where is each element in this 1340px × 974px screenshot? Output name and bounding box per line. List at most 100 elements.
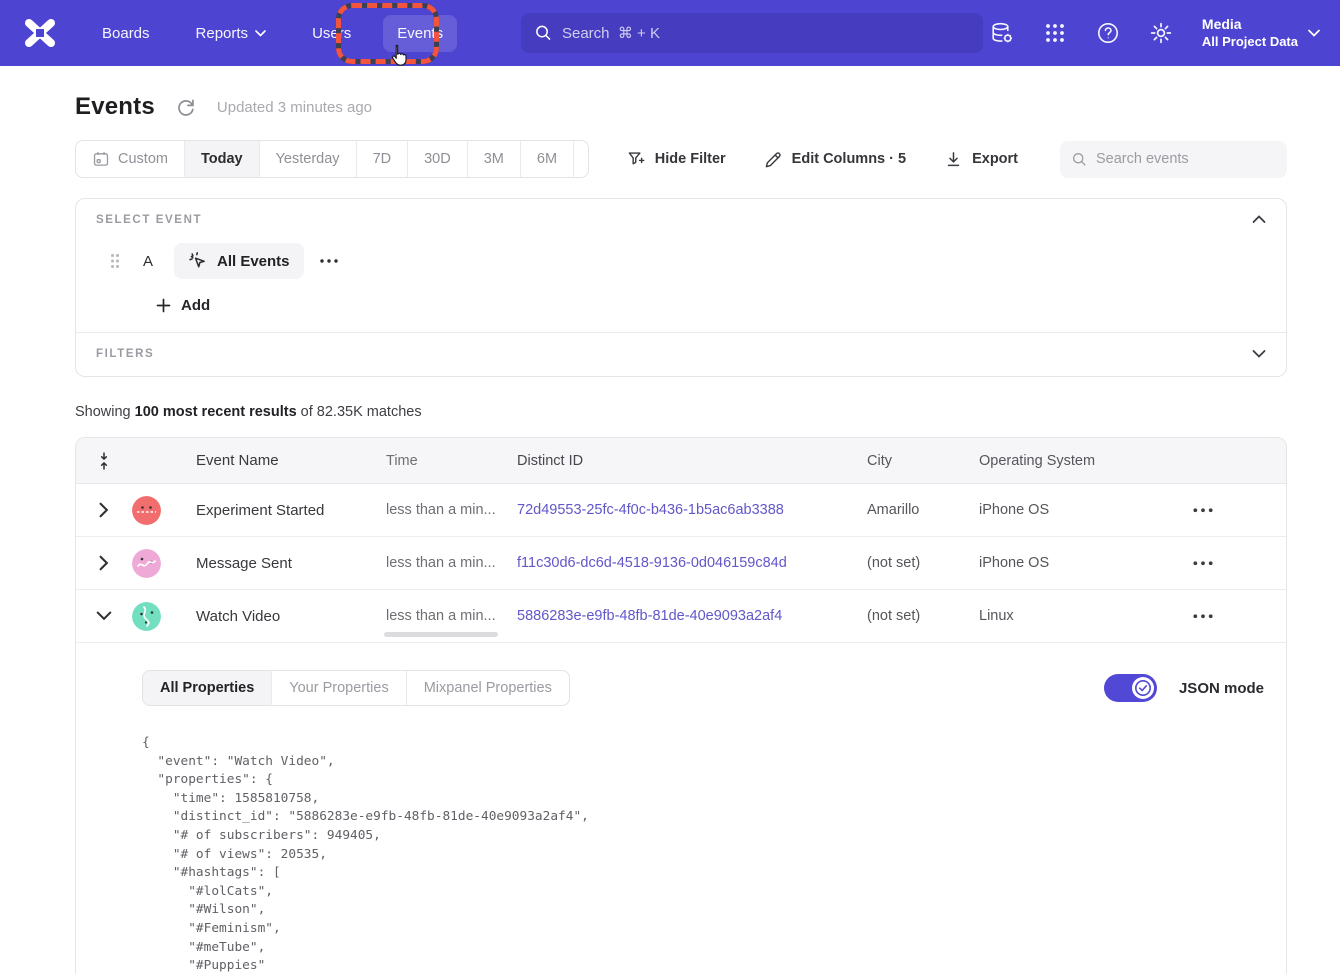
event-city: (not set) xyxy=(867,608,979,624)
help-icon[interactable] xyxy=(1096,21,1120,45)
search-icon xyxy=(535,24,552,42)
refresh-icon[interactable] xyxy=(176,97,196,117)
date-segment-30d[interactable]: 30D xyxy=(408,141,468,177)
filters-label: FILTERS xyxy=(96,348,1266,360)
column-header-city[interactable]: City xyxy=(867,453,979,469)
nav-item-boards[interactable]: Boards xyxy=(88,15,164,52)
settings-gear-icon[interactable] xyxy=(1149,21,1173,45)
table-row[interactable]: Message Sent less than a min... f11c30d6… xyxy=(76,537,1286,590)
chevron-down-icon xyxy=(255,30,266,37)
all-events-chip-label: All Events xyxy=(217,253,290,270)
nav-item-reports[interactable]: Reports xyxy=(182,15,281,52)
table-row[interactable]: Experiment Started less than a min... 72… xyxy=(76,484,1286,537)
column-header-distinct-id[interactable]: Distinct ID xyxy=(517,453,867,469)
date-segment-7d[interactable]: 7D xyxy=(357,141,409,177)
more-options-icon[interactable] xyxy=(319,258,339,264)
event-name: Experiment Started xyxy=(196,502,386,519)
export-button[interactable]: Export xyxy=(944,150,1018,169)
nav-item-events[interactable]: Events xyxy=(383,15,457,52)
date-segment-12m[interactable]: 12M xyxy=(574,141,589,177)
chevron-down-icon[interactable] xyxy=(96,608,112,624)
magic-cursor-icon xyxy=(188,251,208,271)
edit-columns-button[interactable]: Edit Columns · 5 xyxy=(764,150,906,169)
date-segment-3m[interactable]: 3M xyxy=(468,141,521,177)
drag-handle-icon[interactable] xyxy=(110,253,120,269)
chevron-down-icon[interactable] xyxy=(1252,347,1266,361)
row-more-icon[interactable] xyxy=(1192,560,1214,567)
tab-your-properties[interactable]: Your Properties xyxy=(272,671,406,705)
filters-section: FILTERS xyxy=(76,333,1286,376)
properties-tabs: All Properties Your Properties Mixpanel … xyxy=(142,670,570,706)
search-icon xyxy=(1072,151,1087,168)
events-table: Event Name Time Distinct ID City Operati… xyxy=(75,437,1287,974)
project-switcher[interactable]: Media All Project Data xyxy=(1202,15,1320,50)
date-range-control: Custom Today Yesterday 7D 30D 3M 6M 12M xyxy=(75,140,589,178)
select-event-section: SELECT EVENT A All Events xyxy=(76,199,1286,332)
main-content: Events Updated 3 minutes ago Custom Toda… xyxy=(75,93,1287,974)
horizontal-scrollbar-thumb[interactable] xyxy=(384,632,498,637)
event-json-view: { "event": "Watch Video", "properties": … xyxy=(142,734,1264,974)
primary-nav: Boards Reports Users Events xyxy=(88,15,457,52)
event-os: Linux xyxy=(979,608,1184,624)
funnel-icon xyxy=(627,150,646,169)
table-row-expanded[interactable]: Watch Video less than a min... 5886283e-… xyxy=(76,590,1286,643)
navbar-right-cluster: Media All Project Data xyxy=(990,15,1320,50)
event-city: Amarillo xyxy=(867,502,979,518)
calendar-icon xyxy=(92,150,110,168)
chevron-right-icon[interactable] xyxy=(96,555,112,571)
event-avatar xyxy=(132,549,161,578)
event-time: less than a min... xyxy=(386,502,517,518)
collapse-rows-icon[interactable] xyxy=(96,451,112,471)
chevron-right-icon[interactable] xyxy=(96,502,112,518)
date-segment-custom[interactable]: Custom xyxy=(76,141,185,177)
download-icon xyxy=(944,150,963,169)
add-event-button[interactable]: Add xyxy=(156,297,1266,314)
event-avatar xyxy=(132,496,161,525)
global-search-input[interactable] xyxy=(562,25,969,42)
nav-item-users[interactable]: Users xyxy=(298,15,365,52)
hide-filter-button[interactable]: Hide Filter xyxy=(627,150,726,169)
table-header-row: Event Name Time Distinct ID City Operati… xyxy=(76,438,1286,484)
results-summary: Showing 100 most recent results of 82.35… xyxy=(75,404,1287,420)
column-header-time[interactable]: Time xyxy=(386,453,517,469)
event-avatar xyxy=(132,602,161,631)
events-search-input[interactable] xyxy=(1096,151,1275,167)
data-management-icon[interactable] xyxy=(990,21,1014,45)
all-events-chip[interactable]: All Events xyxy=(174,243,304,279)
json-mode-toggle[interactable] xyxy=(1104,674,1157,702)
distinct-id-link[interactable]: 72d49553-25fc-4f0c-b436-1b5ac6ab3388 xyxy=(517,502,784,518)
event-time: less than a min... xyxy=(386,608,517,624)
chevron-down-icon xyxy=(1308,29,1320,37)
event-os: iPhone OS xyxy=(979,502,1184,518)
tab-all-properties[interactable]: All Properties xyxy=(143,671,272,705)
event-query-row: A All Events xyxy=(96,243,1266,279)
event-os: iPhone OS xyxy=(979,555,1184,571)
results-count: 100 most recent results xyxy=(135,404,297,420)
distinct-id-link[interactable]: f11c30d6-dc6d-4518-9136-0d046159c84d xyxy=(517,555,787,571)
global-search[interactable] xyxy=(521,13,983,53)
column-header-event-name[interactable]: Event Name xyxy=(196,452,386,469)
mixpanel-logo[interactable] xyxy=(22,15,58,51)
select-event-label: SELECT EVENT xyxy=(96,214,1266,226)
row-more-icon[interactable] xyxy=(1192,613,1214,620)
distinct-id-link[interactable]: 5886283e-e9fb-48fb-81de-40e9093a2af4 xyxy=(517,608,782,624)
row-more-icon[interactable] xyxy=(1192,507,1214,514)
json-mode-label: JSON mode xyxy=(1179,680,1264,697)
events-search[interactable] xyxy=(1060,141,1287,178)
date-segment-6m[interactable]: 6M xyxy=(521,141,574,177)
tab-mixpanel-properties[interactable]: Mixpanel Properties xyxy=(407,671,569,705)
date-segment-yesterday[interactable]: Yesterday xyxy=(260,141,357,177)
event-city: (not set) xyxy=(867,555,979,571)
pencil-icon xyxy=(764,150,783,169)
project-scope: All Project Data xyxy=(1202,34,1298,51)
toggle-knob xyxy=(1132,677,1154,699)
column-header-os[interactable]: Operating System xyxy=(979,453,1184,469)
top-navbar: Boards Reports Users Events xyxy=(0,0,1340,66)
chevron-up-icon[interactable] xyxy=(1252,212,1266,226)
event-time: less than a min... xyxy=(386,555,517,571)
apps-grid-icon[interactable] xyxy=(1043,21,1067,45)
page-title: Events xyxy=(75,93,155,121)
project-name: Media xyxy=(1202,15,1298,33)
date-segment-today[interactable]: Today xyxy=(185,141,260,177)
event-detail-panel: All Properties Your Properties Mixpanel … xyxy=(76,643,1286,974)
